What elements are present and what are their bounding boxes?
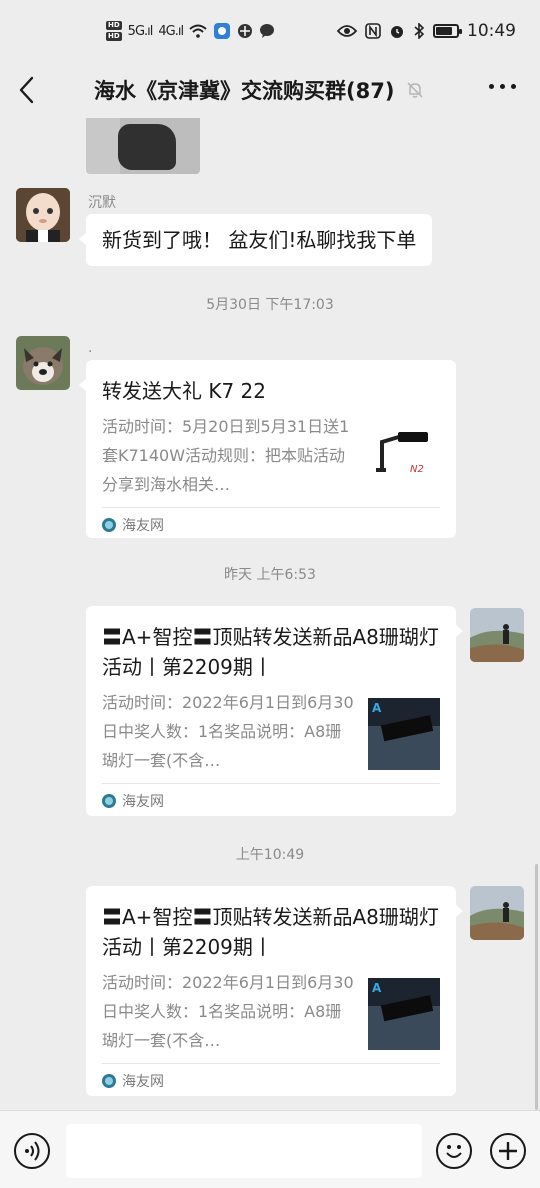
avatar-mountain-image (470, 886, 524, 940)
hd-badge-1: HD (106, 21, 122, 30)
emoji-icon[interactable] (436, 1133, 472, 1169)
plus-icon[interactable] (490, 1133, 526, 1169)
source-logo-icon (102, 517, 116, 532)
avatar-baby-image (16, 188, 70, 242)
chat-title[interactable]: 海水《京津冀》交流购买群(87) (94, 75, 394, 105)
previous-image-message[interactable] (86, 118, 200, 174)
bell-off-icon (407, 82, 423, 98)
coral-light-thumbnail-icon: A (368, 698, 440, 770)
card-body: 活动时间：2022年6月1日到6月30日中奖人数：1名奖品说明：A8珊瑚灯一套(… (102, 688, 440, 775)
chat-bubble-icon (260, 24, 275, 38)
link-card-message[interactable]: 〓A+智控〓顶贴转发送新品A8珊瑚灯活动丨第2209期丨 活动时间：2022年6… (86, 886, 463, 1097)
text-message-bubble[interactable]: 新货到了哦！ 盆友们!私聊找我下单 (78, 214, 433, 266)
avatar-dog[interactable] (16, 336, 70, 390)
card-source: 海友网 (122, 517, 164, 534)
dot (489, 84, 494, 89)
nfc-icon (365, 23, 381, 39)
plus-sign-icon (499, 1142, 517, 1160)
chat-message-list[interactable]: 沉默 新货到了哦！ 盆友们!私聊找我下单 5月30日 下午17:03 . 转发送… (0, 118, 540, 1110)
app-notification-icon (214, 23, 231, 39)
card-title: 转发送大礼 K7 22 (102, 379, 267, 403)
battery-icon (433, 24, 462, 38)
more-dots-icon[interactable] (489, 84, 516, 89)
thumb-label: N2 (410, 464, 424, 475)
signal-4g-icon: 4G.ıl (158, 23, 184, 39)
coral-light-thumbnail-icon: A (368, 978, 440, 1050)
link-card-message[interactable]: 转发送大礼 K7 22 活动时间：5月20日到5月31日送1套K7140W活动规… (79, 360, 456, 541)
voice-waves-icon (25, 1141, 40, 1161)
signal-5g-icon: 5G.ıl (127, 23, 154, 39)
status-left: HD HD 5G.ıl 4G.ıl (106, 21, 275, 41)
card-description: 活动时间：2022年6月1日到6月30日中奖人数：1名奖品说明：A8珊瑚灯一套(… (102, 693, 354, 770)
browser-icon (238, 24, 253, 38)
hd-badge-2: HD (106, 32, 122, 41)
thumb-label: A (372, 981, 382, 995)
nav-title-wrap: 海水《京津冀》交流购买群(87) (94, 62, 424, 118)
timestamp-3: 上午10:49 (235, 847, 305, 863)
chat-nav-bar: 海水《京津冀》交流购买群(87) (0, 62, 540, 118)
chevron-left-icon[interactable] (14, 74, 42, 106)
message-input[interactable] (66, 1124, 422, 1178)
dot (500, 84, 505, 89)
eye-icon (337, 25, 357, 37)
wifi-icon (189, 24, 207, 38)
timestamp-2: 昨天 上午6:53 (224, 567, 316, 583)
dot (511, 84, 516, 89)
card-title: 〓A+智控〓顶贴转发送新品A8珊瑚灯活动丨第2209期丨 (102, 905, 439, 959)
smiley-face-icon (446, 1145, 462, 1158)
card-source: 海友网 (122, 1073, 164, 1090)
card-description: 活动时间：5月20日到5月31日送1套K7140W活动规则：把本贴活动分享到海水… (102, 417, 350, 494)
sender-name: . (88, 340, 93, 356)
lamp-thumbnail-icon: N2 (368, 422, 440, 494)
hd-badges: HD HD (106, 21, 122, 41)
avatar-self[interactable] (470, 886, 524, 940)
chat-scrollbar[interactable] (535, 864, 538, 1110)
status-right: 10:49 (337, 21, 516, 41)
status-bar: HD HD 5G.ıl 4G.ıl 10:49 (0, 0, 540, 62)
card-title: 〓A+智控〓顶贴转发送新品A8珊瑚灯活动丨第2209期丨 (102, 625, 439, 679)
image-content (118, 124, 176, 170)
timestamp-1: 5月30日 下午17:03 (206, 297, 334, 313)
bluetooth-icon (414, 23, 425, 39)
card-footer: 海友网 (102, 1063, 440, 1097)
card-description: 活动时间：2022年6月1日到6月30日中奖人数：1名奖品说明：A8珊瑚灯一套(… (102, 973, 354, 1050)
source-logo-icon (102, 793, 116, 808)
thumb-label: A (372, 701, 382, 715)
source-logo-icon (102, 1073, 116, 1088)
alarm-icon (391, 26, 403, 38)
battery-fill (436, 27, 452, 35)
avatar-dog-image (16, 336, 70, 390)
voice-icon[interactable] (14, 1133, 50, 1169)
card-footer: 海友网 (102, 507, 440, 541)
avatar-chenmo[interactable] (16, 188, 70, 242)
sender-name: 沉默 (88, 195, 116, 211)
message-input-bar (0, 1110, 540, 1188)
link-card-message[interactable]: 〓A+智控〓顶贴转发送新品A8珊瑚灯活动丨第2209期丨 活动时间：2022年6… (86, 606, 463, 817)
card-footer: 海友网 (102, 783, 440, 817)
card-source: 海友网 (122, 793, 164, 810)
card-body: 活动时间：2022年6月1日到6月30日中奖人数：1名奖品说明：A8珊瑚灯一套(… (102, 968, 440, 1055)
avatar-mountain-image (470, 608, 524, 662)
status-time: 10:49 (467, 21, 516, 41)
avatar-self[interactable] (470, 608, 524, 662)
card-body: 活动时间：5月20日到5月31日送1套K7140W活动规则：把本贴活动分享到海水… (102, 412, 440, 499)
